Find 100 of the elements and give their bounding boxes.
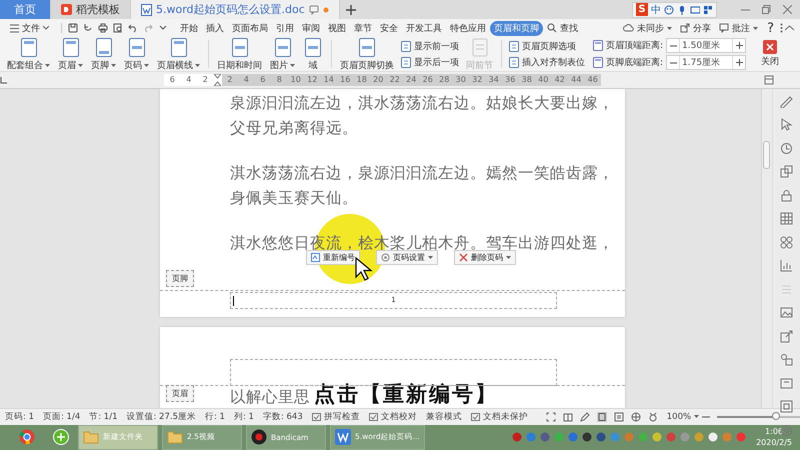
undo-icon[interactable] <box>128 23 138 34</box>
restore-icon[interactable] <box>762 5 771 14</box>
sync-button[interactable]: 未同步 <box>620 22 676 35</box>
search-button[interactable]: 查找 <box>543 20 582 36</box>
menu-tab[interactable]: 审阅 <box>298 20 324 36</box>
refresh-icon[interactable] <box>83 23 93 34</box>
minus-icon[interactable] <box>670 42 677 49</box>
ribbon-button[interactable]: 页眉页脚选项 <box>507 40 587 53</box>
help-button[interactable]: ? <box>763 20 778 37</box>
table-icon[interactable] <box>780 212 793 226</box>
plus-circle-icon[interactable] <box>53 429 69 446</box>
ribbon-button[interactable]: 页眉横线 <box>154 38 203 71</box>
fullscreen-icon[interactable] <box>546 412 556 422</box>
print-icon[interactable] <box>98 23 108 34</box>
eye-care-icon[interactable] <box>648 412 658 422</box>
status-toggle[interactable]: 文档校对 <box>368 410 417 423</box>
apps-icon[interactable] <box>780 236 793 249</box>
menu-tab[interactable]: 特色应用 <box>446 20 490 36</box>
ruler-toggle-icon[interactable] <box>764 74 774 85</box>
menu-tab[interactable]: 视图 <box>324 20 350 36</box>
tray-icon[interactable] <box>708 432 718 442</box>
menu-tab[interactable]: 安全 <box>376 20 402 36</box>
grid-icon[interactable] <box>703 4 713 15</box>
chat-icon[interactable] <box>308 4 319 15</box>
globe-icon[interactable] <box>630 412 641 422</box>
menu-tab[interactable]: 开始 <box>176 20 202 36</box>
menu-tab[interactable]: 页眉和页脚 <box>490 20 543 36</box>
menu-tab[interactable]: 插入 <box>202 20 228 36</box>
redo-icon[interactable] <box>143 23 153 34</box>
menu-tab[interactable]: 开发工具 <box>402 20 446 36</box>
ribbon-button[interactable]: 插入对齐制表位 <box>507 56 587 69</box>
plus-icon[interactable] <box>736 42 743 50</box>
plus-icon[interactable] <box>736 59 743 66</box>
outline-icon[interactable] <box>614 412 624 422</box>
ribbon-button[interactable]: 日期和时间 <box>214 38 265 71</box>
minus-icon[interactable] <box>670 60 677 66</box>
tray-icon[interactable] <box>652 432 662 442</box>
input-mode[interactable]: 中 <box>651 2 661 17</box>
footer-action-button[interactable]: 删除页码 <box>454 250 516 265</box>
distance-spinner[interactable]: 1.50厘米 <box>666 38 746 54</box>
distance-spinner[interactable]: 1.75厘米 <box>666 55 746 70</box>
tab[interactable]: 稻壳模板 <box>51 0 131 20</box>
chrome-logo-icon[interactable] <box>19 429 35 446</box>
ruler-number: 18 <box>356 75 368 84</box>
collapse-ribbon-icon[interactable] <box>785 25 794 32</box>
print-preview-icon[interactable] <box>113 23 123 34</box>
ribbon-button[interactable]: 页眉页脚切换 <box>337 38 397 71</box>
footer-action-button[interactable]: 重新编号 <box>306 250 360 265</box>
ribbon-button[interactable]: 配套组合 <box>4 38 53 71</box>
ribbon-button[interactable]: 页脚 <box>88 38 119 71</box>
ribbon-button[interactable]: 显示前一项 <box>399 40 461 53</box>
zoom-level[interactable]: 100% <box>666 412 700 422</box>
keyboard-icon[interactable] <box>690 4 700 15</box>
status-toggle[interactable]: 文档未保护 <box>470 410 528 423</box>
window-icon[interactable] <box>780 376 793 390</box>
shapes-icon[interactable] <box>780 353 793 366</box>
chart-icon[interactable] <box>780 259 793 272</box>
sogou-logo[interactable]: S <box>636 3 648 16</box>
more-icon[interactable] <box>780 23 783 34</box>
close-icon[interactable] <box>783 5 792 14</box>
share-button[interactable]: 分享 <box>677 22 714 35</box>
check-box-icon <box>312 412 321 421</box>
frame-icon[interactable] <box>780 400 793 414</box>
menu-tab[interactable]: 引用 <box>272 20 298 36</box>
emoji-icon[interactable] <box>664 4 674 15</box>
tray-icon[interactable] <box>582 432 592 442</box>
page-view-icon[interactable] <box>596 412 607 422</box>
ribbon-button[interactable]: 显示后一项 <box>399 56 461 69</box>
microphone-icon[interactable] <box>677 4 687 15</box>
tab[interactable]: 5.word起始页码怎么设置.doc <box>131 0 340 20</box>
scrollbar[interactable] <box>762 88 773 408</box>
ruler-number: 38 <box>520 75 533 84</box>
menu-tab[interactable]: 页面布局 <box>228 20 272 36</box>
pen-icon[interactable] <box>780 94 793 108</box>
ribbon-button[interactable]: 域 <box>300 38 326 71</box>
zoom-out-icon[interactable] <box>702 414 710 420</box>
save-icon[interactable] <box>68 23 78 34</box>
footer-action-button[interactable]: 页码设置 <box>376 250 438 265</box>
new-tab-icon[interactable] <box>346 4 356 15</box>
ribbon-button[interactable]: 图片 <box>267 38 298 71</box>
slider-thumb[interactable] <box>772 412 780 420</box>
comment-button[interactable]: 批注 <box>716 22 762 35</box>
menu-tab[interactable]: 章节 <box>350 20 376 36</box>
tab-stop-icon[interactable] <box>0 76 8 84</box>
status-toggle[interactable]: 拼写检查 <box>312 410 360 423</box>
pointer-icon[interactable] <box>780 118 793 132</box>
copy-icon[interactable] <box>780 165 793 178</box>
tab[interactable]: 首页 <box>0 0 51 20</box>
lock-icon[interactable] <box>780 188 793 202</box>
tray-icon[interactable] <box>596 432 606 442</box>
picture-icon[interactable] <box>780 306 793 320</box>
file-menu[interactable]: 文件 <box>6 22 53 35</box>
clock-icon[interactable] <box>780 142 793 155</box>
book-icon[interactable] <box>562 412 573 422</box>
share-icon[interactable] <box>780 330 793 343</box>
scrollbar-thumb[interactable] <box>763 140 770 169</box>
close-button[interactable]: 关闭 <box>758 38 782 71</box>
ribbon-button[interactable]: 页眉 <box>55 38 86 71</box>
ribbon-button[interactable]: 页码 <box>121 38 152 71</box>
pen-icon[interactable] <box>580 412 590 422</box>
